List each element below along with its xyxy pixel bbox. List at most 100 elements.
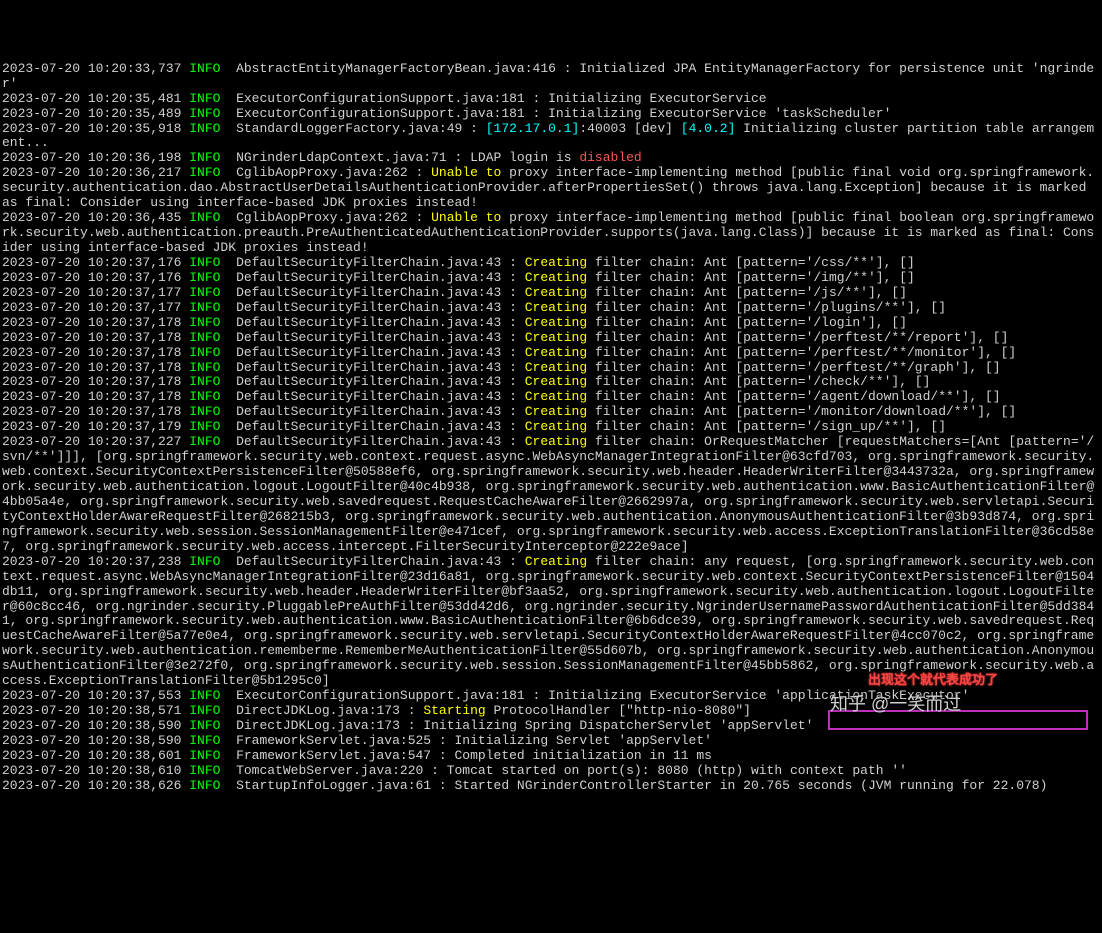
log-segment: DirectJDKLog.java:173 :: [220, 703, 423, 718]
log-segment: filter chain: Ant [pattern='/css/**'], […: [587, 255, 915, 270]
log-segment: filter chain: Ant [pattern='/check/**'],…: [587, 374, 930, 389]
log-level: INFO: [189, 106, 220, 121]
log-segment: Creating: [525, 345, 587, 360]
log-segment: filter chain: Ant [pattern='/login'], []: [587, 315, 907, 330]
log-timestamp: 2023-07-20 10:20:37,178: [2, 389, 181, 404]
log-timestamp: 2023-07-20 10:20:37,176: [2, 255, 181, 270]
log-segment: DefaultSecurityFilterChain.java:43 :: [220, 270, 524, 285]
log-timestamp: 2023-07-20 10:20:36,435: [2, 210, 181, 225]
log-segment: filter chain: any request, [org.springfr…: [2, 554, 1094, 689]
log-segment: Creating: [525, 270, 587, 285]
log-level: INFO: [189, 270, 220, 285]
log-timestamp: 2023-07-20 10:20:37,178: [2, 374, 181, 389]
log-segment: DirectJDKLog.java:173 : Initializing Spr…: [220, 718, 813, 733]
log-segment: Creating: [525, 419, 587, 434]
log-segment: Creating: [525, 285, 587, 300]
log-level: INFO: [189, 121, 220, 136]
log-segment: Unable to: [431, 210, 501, 225]
log-level: INFO: [189, 374, 220, 389]
log-segment: DefaultSecurityFilterChain.java:43 :: [220, 345, 524, 360]
log-segment: DefaultSecurityFilterChain.java:43 :: [220, 404, 524, 419]
log-level: INFO: [189, 315, 220, 330]
log-segment: filter chain: Ant [pattern='/perftest/**…: [587, 330, 1008, 345]
log-segment: DefaultSecurityFilterChain.java:43 :: [220, 554, 524, 569]
log-level: INFO: [189, 91, 220, 106]
log-level: INFO: [189, 285, 220, 300]
log-level: INFO: [189, 165, 220, 180]
log-level: INFO: [189, 718, 220, 733]
log-segment: filter chain: Ant [pattern='/perftest/**…: [587, 345, 1016, 360]
log-segment: [4.0.2]: [681, 121, 736, 136]
log-level: INFO: [189, 330, 220, 345]
log-timestamp: 2023-07-20 10:20:38,610: [2, 763, 181, 778]
log-timestamp: 2023-07-20 10:20:35,481: [2, 91, 181, 106]
log-timestamp: 2023-07-20 10:20:37,179: [2, 419, 181, 434]
log-level: INFO: [189, 434, 220, 449]
log-segment: filter chain: Ant [pattern='/agent/downl…: [587, 389, 1000, 404]
log-timestamp: 2023-07-20 10:20:35,918: [2, 121, 181, 136]
log-timestamp: 2023-07-20 10:20:37,178: [2, 315, 181, 330]
log-segment: DefaultSecurityFilterChain.java:43 :: [220, 285, 524, 300]
log-segment: filter chain: Ant [pattern='/js/**'], []: [587, 285, 907, 300]
log-level: INFO: [189, 210, 220, 225]
log-segment: Creating: [525, 315, 587, 330]
log-timestamp: 2023-07-20 10:20:37,178: [2, 404, 181, 419]
log-segment: [172.17.0.1]: [486, 121, 580, 136]
log-segment: filter chain: Ant [pattern='/monitor/dow…: [587, 404, 1016, 419]
log-timestamp: 2023-07-20 10:20:35,489: [2, 106, 181, 121]
log-timestamp: 2023-07-20 10:20:37,178: [2, 360, 181, 375]
log-segment: Creating: [525, 300, 587, 315]
log-segment: Creating: [525, 360, 587, 375]
terminal-log-output: 2023-07-20 10:20:33,737 INFO AbstractEnt…: [2, 62, 1100, 799]
log-segment: Creating: [525, 255, 587, 270]
log-segment: DefaultSecurityFilterChain.java:43 :: [220, 255, 524, 270]
log-level: INFO: [189, 255, 220, 270]
log-level: INFO: [189, 300, 220, 315]
log-level: INFO: [189, 419, 220, 434]
log-timestamp: 2023-07-20 10:20:38,626: [2, 778, 181, 793]
log-timestamp: 2023-07-20 10:20:37,238: [2, 554, 181, 569]
log-segment: ExecutorConfigurationSupport.java:181 : …: [220, 106, 891, 121]
log-level: INFO: [189, 404, 220, 419]
log-timestamp: 2023-07-20 10:20:37,177: [2, 300, 181, 315]
log-segment: ExecutorConfigurationSupport.java:181 : …: [220, 688, 969, 703]
log-segment: Creating: [525, 330, 587, 345]
log-timestamp: 2023-07-20 10:20:37,178: [2, 345, 181, 360]
log-segment: ExecutorConfigurationSupport.java:181 : …: [220, 91, 766, 106]
log-segment: DefaultSecurityFilterChain.java:43 :: [220, 360, 524, 375]
log-segment: Creating: [525, 434, 587, 449]
log-timestamp: 2023-07-20 10:20:37,176: [2, 270, 181, 285]
log-segment: CglibAopProxy.java:262 :: [220, 165, 431, 180]
log-level: INFO: [189, 733, 220, 748]
log-level: INFO: [189, 554, 220, 569]
log-segment: DefaultSecurityFilterChain.java:43 :: [220, 300, 524, 315]
log-timestamp: 2023-07-20 10:20:36,217: [2, 165, 181, 180]
log-timestamp: 2023-07-20 10:20:37,227: [2, 434, 181, 449]
log-segment: CglibAopProxy.java:262 :: [220, 210, 431, 225]
log-timestamp: 2023-07-20 10:20:38,601: [2, 748, 181, 763]
log-timestamp: 2023-07-20 10:20:38,571: [2, 703, 181, 718]
log-segment: DefaultSecurityFilterChain.java:43 :: [220, 315, 524, 330]
log-segment: FrameworkServlet.java:525 : Initializing…: [220, 733, 711, 748]
log-level: INFO: [189, 360, 220, 375]
log-timestamp: 2023-07-20 10:20:38,590: [2, 718, 181, 733]
log-level: INFO: [189, 345, 220, 360]
log-segment: DefaultSecurityFilterChain.java:43 :: [220, 434, 524, 449]
log-segment: :40003 [dev]: [579, 121, 680, 136]
log-level: INFO: [189, 703, 220, 718]
log-level: INFO: [189, 389, 220, 404]
log-segment: NGrinderLdapContext.java:71 : LDAP login…: [220, 150, 579, 165]
log-segment: Creating: [525, 389, 587, 404]
log-segment: DefaultSecurityFilterChain.java:43 :: [220, 389, 524, 404]
log-segment: DefaultSecurityFilterChain.java:43 :: [220, 419, 524, 434]
log-timestamp: 2023-07-20 10:20:38,590: [2, 733, 181, 748]
log-timestamp: 2023-07-20 10:20:37,553: [2, 688, 181, 703]
log-segment: DefaultSecurityFilterChain.java:43 :: [220, 374, 524, 389]
log-level: INFO: [189, 688, 220, 703]
log-segment: Creating: [525, 374, 587, 389]
log-segment: filter chain: Ant [pattern='/sign_up/**'…: [587, 419, 946, 434]
log-segment: Creating: [525, 554, 587, 569]
log-segment: TomcatWebServer.java:220 : Tomcat starte…: [220, 763, 907, 778]
log-segment: Creating: [525, 404, 587, 419]
log-level: INFO: [189, 778, 220, 793]
